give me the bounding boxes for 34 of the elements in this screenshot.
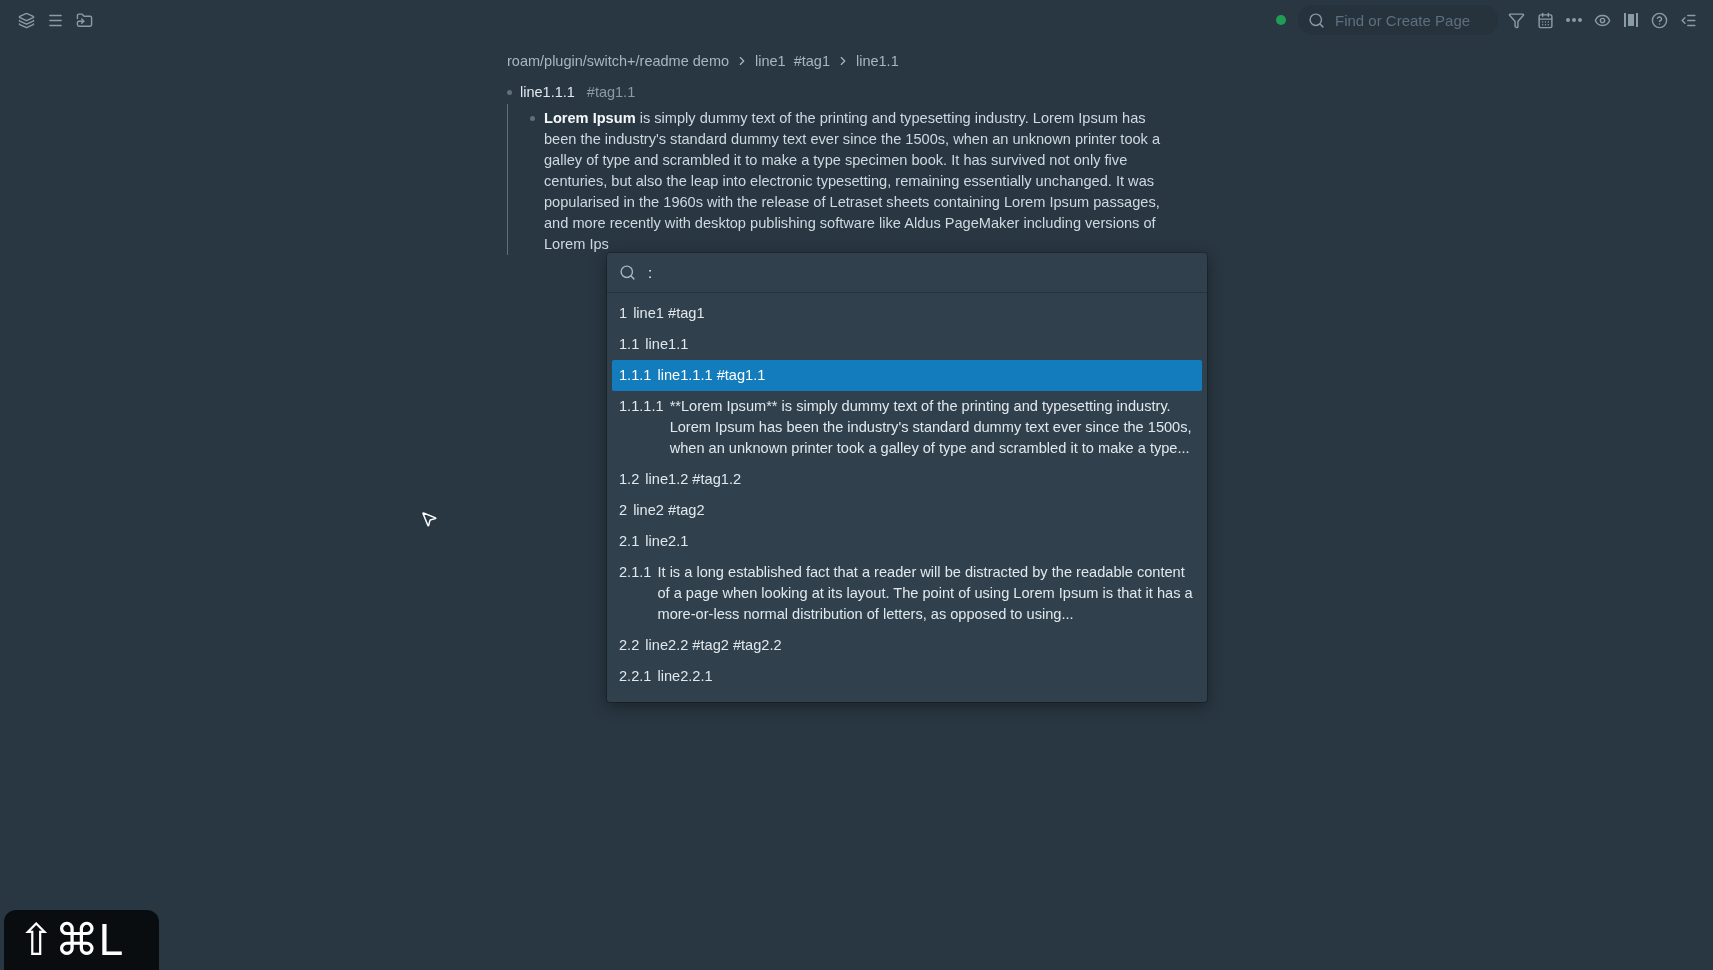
sync-status-dot xyxy=(1276,15,1286,25)
columns-icon xyxy=(1623,12,1639,28)
search-box[interactable]: Find or Create Page xyxy=(1298,5,1498,35)
block-text: line1.1.1 xyxy=(520,84,575,100)
breadcrumb-link[interactable]: line1 #tag1 xyxy=(755,53,830,69)
bullet[interactable] xyxy=(507,89,512,95)
result-item[interactable]: 2.1 line2.1 xyxy=(612,526,1202,557)
breadcrumb-link[interactable]: roam/plugin/switch+/readme demo xyxy=(507,53,730,69)
more-icon xyxy=(1566,18,1582,22)
search-icon xyxy=(1308,11,1325,29)
filter-icon xyxy=(1508,11,1525,29)
result-item[interactable]: 2.1.1 It is a long established fact that a reader will be distracted by the readable content of a page when looking at its layout. The point of using Lorem Ipsum is that it has a more-or-less normal distribution of letters, as opposed to using... xyxy=(612,557,1202,630)
result-item[interactable]: 2.2.1 line2.2.1 xyxy=(612,661,1202,692)
result-item[interactable]: 2 line2 #tag2 xyxy=(612,495,1202,526)
search-field[interactable]: Find or Create Page xyxy=(1333,5,1483,35)
help-icon xyxy=(1651,11,1668,29)
more-button[interactable] xyxy=(1564,16,1584,24)
shortcut-overlay: ⇧⌘L xyxy=(4,910,159,970)
result-item[interactable]: 2.2 line2.2 #tag2 #tag2.2 xyxy=(612,630,1202,661)
mouse-cursor-icon xyxy=(420,510,438,528)
result-item[interactable]: 1.2 line1.2 #tag1.2 xyxy=(612,464,1202,495)
tag-link[interactable]: #tag1.1 xyxy=(586,84,636,100)
result-item[interactable]: 1.1.1.1 **Lorem Ipsum** is simply dummy text of the printing and typesetting industry. Lorem Ipsum has been the industry's standard dummy text ever since the 1500s, when an unknown printer took a galley of type and scrambled it to make a type... xyxy=(612,391,1202,464)
columns-button[interactable] xyxy=(1621,10,1641,30)
result-item[interactable]: 1 line1 #tag1 xyxy=(612,298,1202,329)
result-item[interactable]: 1.1.1 line1.1.1 #tag1.1 xyxy=(612,360,1202,391)
palette-search-field[interactable]: : xyxy=(646,253,1195,292)
block-text: Lorem Ipsum is simply dummy text of the printing and typesetting industry. Lorem Ipsum has been the industry's standard dummy text ever since the 1500s, when an unknown printer took a galley of type and scrambled it to make a type specimen book. It has survived not only five centuries, but also the leap into electronic typesetting, remaining essentially unchanged. It was popularised in the 1960s with the release of Letraset sheets containing Lorem Ipsum passages, and more recently with desktop publishing software like Aldus PageMaker including versions of Lorem Ips xyxy=(544,109,1162,254)
search-icon xyxy=(619,264,636,281)
layers-icon xyxy=(18,11,35,29)
folder-arrow-icon xyxy=(76,11,93,29)
breadcrumb-link[interactable]: line1.1 xyxy=(856,53,899,69)
result-item[interactable]: 1.1 line1.1 xyxy=(612,329,1202,360)
calendar-icon xyxy=(1537,11,1554,29)
